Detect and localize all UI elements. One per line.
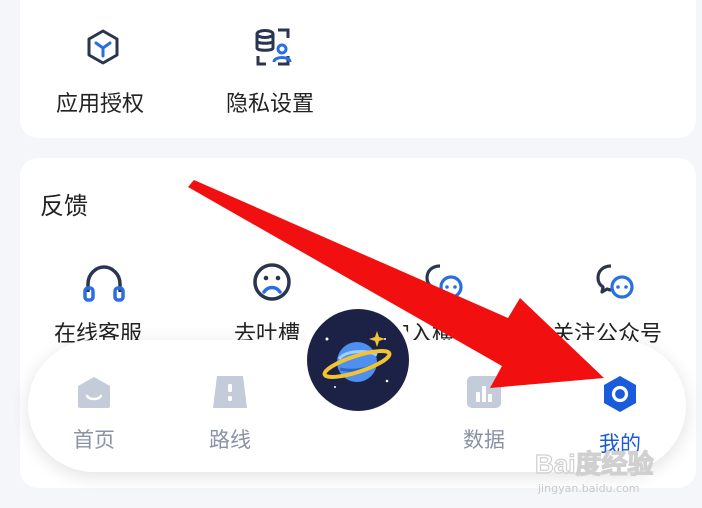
- watermark-logo: Bai度经验: [534, 445, 665, 485]
- app-screen: 应用授权 隐私设置 反馈 在线客服 去吐槽 加入横... 关注公众号 首页 路线…: [0, 0, 702, 508]
- red-arrow-annotation: [188, 180, 604, 388]
- svg-text:Bai度经验: Bai度经验: [535, 449, 653, 479]
- watermark-url: jingyan.baidu.com: [538, 482, 640, 495]
